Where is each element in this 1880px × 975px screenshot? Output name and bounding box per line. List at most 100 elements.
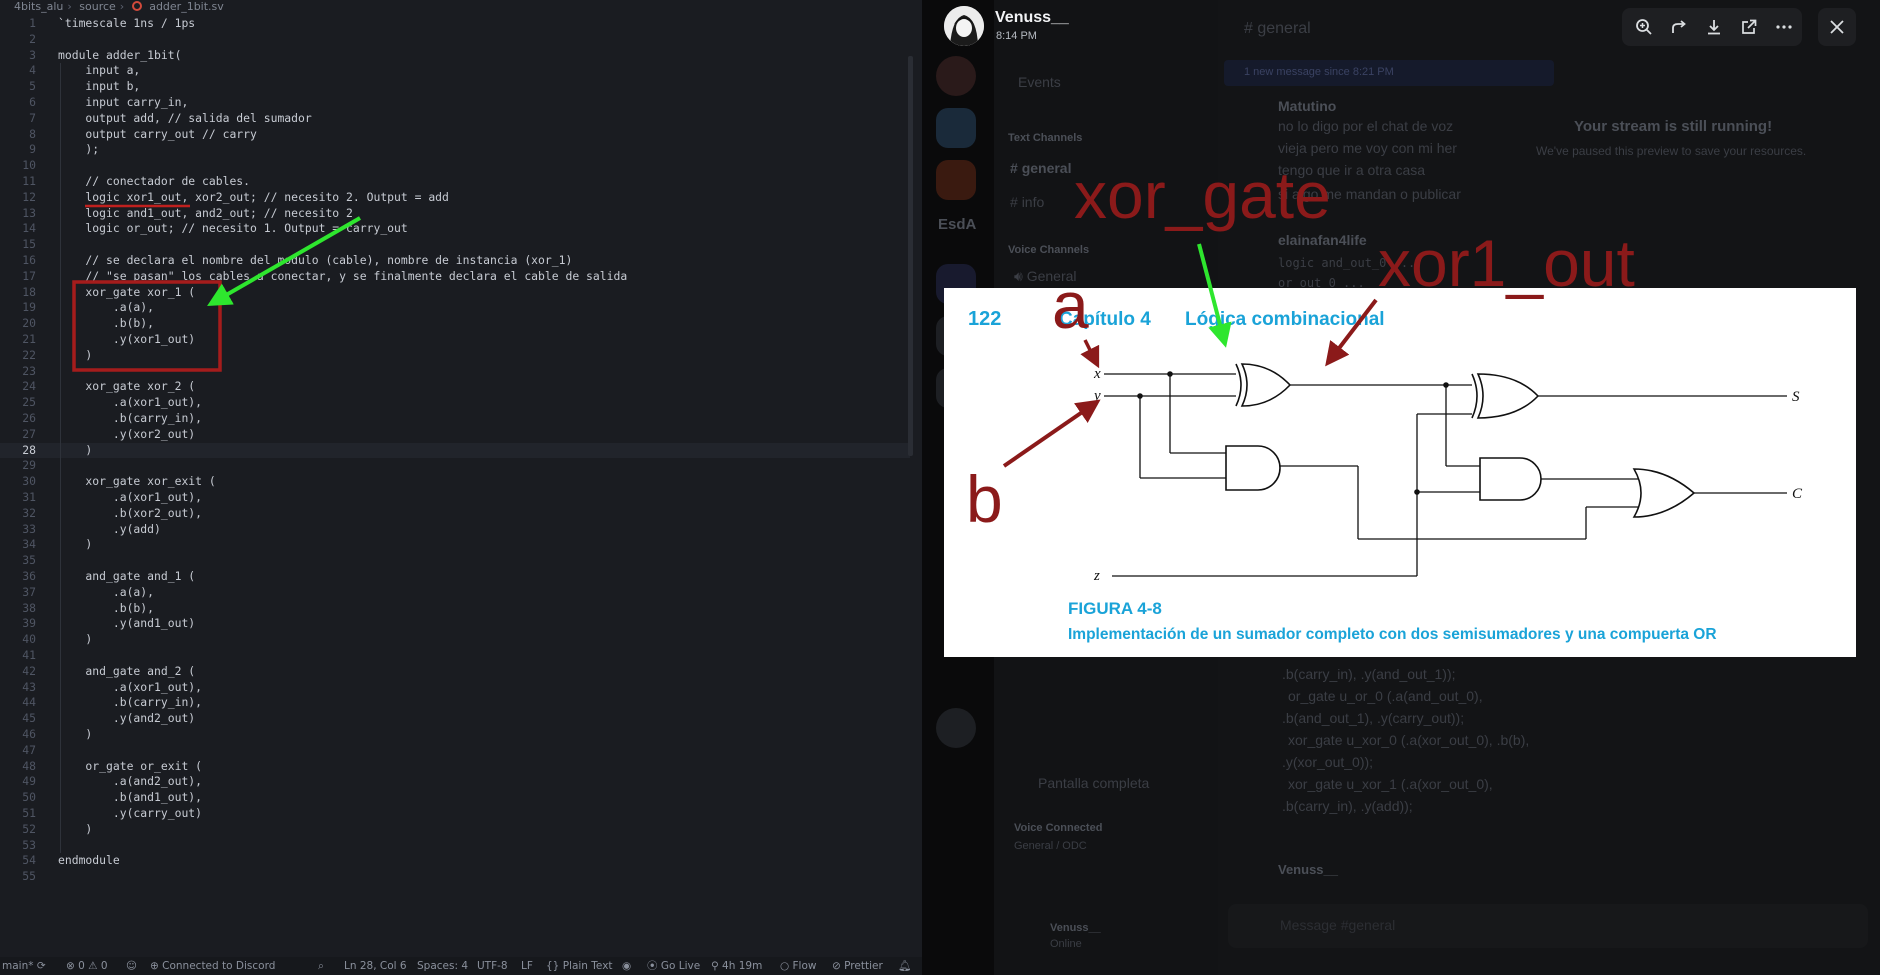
- code-line[interactable]: 16 // se declara el nombre del modulo (c…: [0, 253, 910, 269]
- code-line[interactable]: 14 logic or_out; // necesito 1. Output =…: [0, 221, 910, 237]
- code-line[interactable]: 3 module adder_1bit(: [0, 48, 910, 64]
- more-icon[interactable]: [1772, 15, 1796, 39]
- notifications-icon[interactable]: 🔔︎: [898, 957, 911, 975]
- server-icon[interactable]: [936, 108, 976, 148]
- code-line[interactable]: 12 logic xor1_out, xor2_out; // necesito…: [0, 190, 910, 206]
- code-line[interactable]: 9 );: [0, 142, 910, 158]
- breadcrumb-file[interactable]: adder_1bit.sv: [149, 0, 224, 13]
- code-line[interactable]: 6 input carry_in,: [0, 95, 910, 111]
- encoding-setting[interactable]: UTF-8: [477, 957, 508, 975]
- channel-general[interactable]: # general: [1010, 160, 1072, 176]
- forward-icon[interactable]: [1667, 15, 1691, 39]
- code-line[interactable]: 20 .b(b),: [0, 316, 910, 332]
- code-line[interactable]: 23: [0, 364, 910, 380]
- message-author[interactable]: Matutino: [1278, 98, 1336, 114]
- zoom-icon[interactable]: ⌕: [318, 957, 324, 975]
- code-line[interactable]: 38 .b(b),: [0, 601, 910, 617]
- voice-channel-general[interactable]: 🔊︎ General: [1014, 268, 1077, 285]
- code-line[interactable]: 33 .y(add): [0, 522, 910, 538]
- branch-indicator[interactable]: main* ⟳: [2, 957, 46, 975]
- code-line[interactable]: 40 ): [0, 632, 910, 648]
- eol-setting[interactable]: LF: [521, 957, 533, 975]
- prettier-status[interactable]: ⊘ Prettier: [832, 957, 883, 975]
- code-line[interactable]: 37 .a(a),: [0, 585, 910, 601]
- code-line[interactable]: 18 xor_gate xor_1 (: [0, 285, 910, 301]
- code-line[interactable]: 32 .b(xor2_out),: [0, 506, 910, 522]
- cursor-position[interactable]: Ln 28, Col 6: [344, 957, 407, 975]
- events-item[interactable]: Events: [1018, 74, 1061, 90]
- open-external-icon[interactable]: [1737, 15, 1761, 39]
- go-live-button[interactable]: ⦿ Go Live: [647, 957, 700, 975]
- code-line[interactable]: 53: [0, 838, 910, 854]
- code-line[interactable]: 36 and_gate and_1 (: [0, 569, 910, 585]
- uploader-avatar[interactable]: [944, 6, 984, 46]
- breadcrumb-folder[interactable]: 4bits_alu: [14, 0, 63, 13]
- code-line[interactable]: 29: [0, 458, 910, 474]
- vertical-scrollbar[interactable]: [908, 56, 913, 456]
- channel-info[interactable]: # info: [1010, 194, 1044, 210]
- code-line[interactable]: 43 .a(xor1_out),: [0, 680, 910, 696]
- text-channels-header[interactable]: Text Channels: [1008, 132, 1082, 144]
- code-line[interactable]: 13 logic and1_out, and2_out; // necesito…: [0, 206, 910, 222]
- code-line[interactable]: 5 input b,: [0, 79, 910, 95]
- copilot-icon[interactable]: ◉: [622, 957, 631, 975]
- code-line[interactable]: 25 .a(xor1_out),: [0, 395, 910, 411]
- smiley-icon[interactable]: ☺: [126, 957, 137, 975]
- uploader-name[interactable]: Venuss__: [995, 9, 1069, 27]
- new-messages-bar[interactable]: 1 new message since 8:21 PM: [1224, 60, 1554, 86]
- code-line[interactable]: 26 .b(carry_in),: [0, 411, 910, 427]
- zoom-in-icon[interactable]: [1632, 15, 1656, 39]
- message-input[interactable]: Message #general: [1228, 904, 1868, 948]
- discord-presence[interactable]: ⊕ Connected to Discord: [150, 957, 275, 975]
- code-line[interactable]: 46 ): [0, 727, 910, 743]
- code-line[interactable]: 7 output add, // salida del sumador: [0, 111, 910, 127]
- code-line[interactable]: 4 input a,: [0, 63, 910, 79]
- code-line[interactable]: 54 endmodule: [0, 853, 910, 869]
- code-line[interactable]: 39 .y(and1_out): [0, 616, 910, 632]
- code-line[interactable]: 35: [0, 553, 910, 569]
- code-line[interactable]: 30 xor_gate xor_exit (: [0, 474, 910, 490]
- code-line[interactable]: 19 .a(a),: [0, 300, 910, 316]
- download-icon[interactable]: [1702, 15, 1726, 39]
- stream-preview[interactable]: Your stream is still running! We've paus…: [1534, 46, 1846, 216]
- code-line[interactable]: 10: [0, 158, 910, 174]
- problems-indicator[interactable]: ⊗ 0 ⚠ 0: [66, 957, 108, 975]
- code-line[interactable]: 27 .y(xor2_out): [0, 427, 910, 443]
- language-mode[interactable]: {} Plain Text: [546, 957, 613, 975]
- code-line[interactable]: 28 ): [0, 442, 910, 459]
- code-line[interactable]: 34 ): [0, 537, 910, 553]
- code-line[interactable]: 24 xor_gate xor_2 (: [0, 379, 910, 395]
- code-line[interactable]: 49 .a(and2_out),: [0, 774, 910, 790]
- fullscreen-label[interactable]: Pantalla completa: [1038, 775, 1149, 791]
- indent-setting[interactable]: Spaces: 4: [417, 957, 468, 975]
- code-line[interactable]: 22 ): [0, 348, 910, 364]
- code-line[interactable]: 47: [0, 743, 910, 759]
- message-author[interactable]: Venuss__: [1278, 862, 1338, 877]
- code-line[interactable]: 8 output carry_out // carry: [0, 127, 910, 143]
- code-line[interactable]: 11 // conectador de cables.: [0, 174, 910, 190]
- code-line[interactable]: 1 `timescale 1ns / 1ps: [0, 16, 910, 32]
- server-icon[interactable]: [936, 160, 976, 200]
- code-line[interactable]: 51 .y(carry_out): [0, 806, 910, 822]
- breadcrumb-subfolder[interactable]: source: [79, 0, 116, 13]
- code-line[interactable]: 2: [0, 32, 910, 48]
- server-icon[interactable]: [936, 56, 976, 96]
- code-line[interactable]: 17 // "se pasan" los cables a conectar, …: [0, 269, 910, 285]
- code-editor[interactable]: 4bits_alu › source › adder_1bit.sv 1 `times…: [0, 0, 922, 975]
- voice-channels-header[interactable]: Voice Channels: [1008, 244, 1089, 256]
- message-author[interactable]: elainafan4life: [1278, 232, 1367, 248]
- code-line[interactable]: 41: [0, 648, 910, 664]
- viewed-image[interactable]: 122 Capítulo 4 Lógica combinacional x y …: [944, 288, 1856, 657]
- code-line[interactable]: 52 ): [0, 822, 910, 838]
- code-line[interactable]: 45 .y(and2_out): [0, 711, 910, 727]
- session-timer[interactable]: ⚲ 4h 19m: [711, 957, 762, 975]
- code-line[interactable]: 15: [0, 237, 910, 253]
- code-line[interactable]: 50 .b(and1_out),: [0, 790, 910, 806]
- code-line[interactable]: 42 and_gate and_2 (: [0, 664, 910, 680]
- add-server-icon[interactable]: [936, 708, 976, 748]
- code-line[interactable]: 21 .y(xor1_out): [0, 332, 910, 348]
- code-line[interactable]: 31 .a(xor1_out),: [0, 490, 910, 506]
- close-icon[interactable]: [1818, 8, 1856, 46]
- code-line[interactable]: 48 or_gate or_exit (: [0, 759, 910, 775]
- code-line[interactable]: 44 .b(carry_in),: [0, 695, 910, 711]
